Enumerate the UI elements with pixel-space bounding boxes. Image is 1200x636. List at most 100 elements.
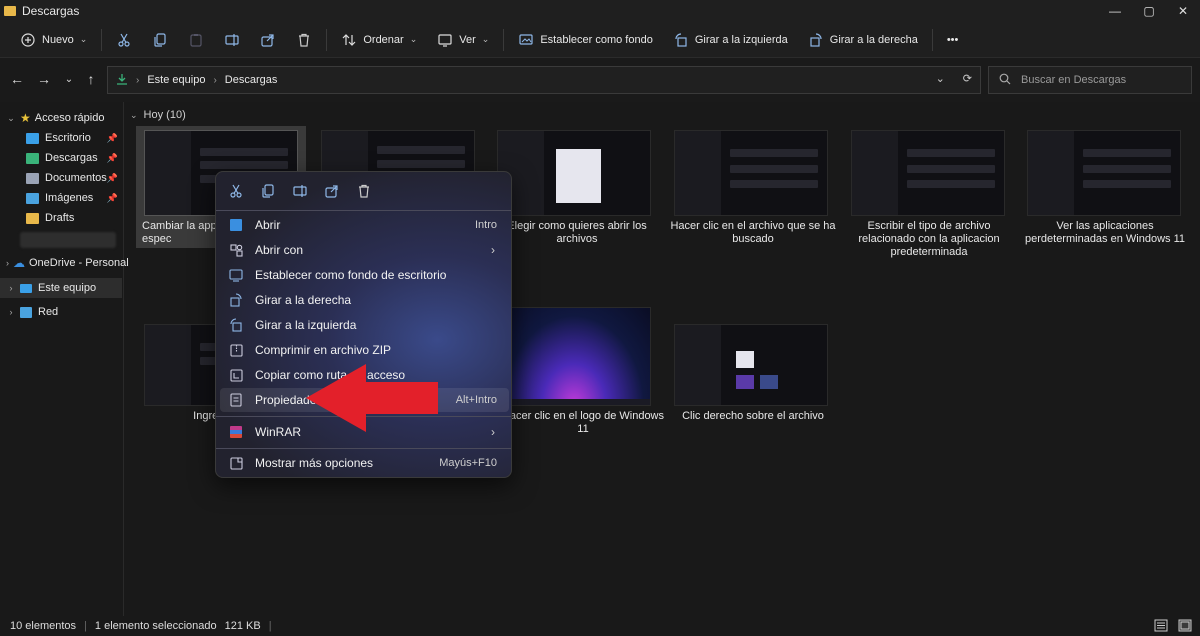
- sort-icon: [341, 32, 357, 48]
- sidebar-item-label: OneDrive - Personal: [29, 257, 129, 269]
- file-thumbnail[interactable]: [1027, 130, 1181, 216]
- rotate-right-button[interactable]: Girar a la derecha: [798, 26, 928, 54]
- address-history-chevron-icon[interactable]: ⌄: [936, 72, 945, 85]
- breadcrumb-separator-icon: ›: [136, 74, 140, 86]
- search-box[interactable]: Buscar en Descargas: [988, 66, 1192, 94]
- details-view-icon[interactable]: [1154, 619, 1168, 635]
- command-bar: Nuevo ⌄ Ordenar ⌄ Ver ⌄ Establecer como …: [0, 22, 1200, 58]
- file-thumbnail[interactable]: [851, 130, 1005, 216]
- toolbar-divider: [931, 28, 933, 51]
- sidebar-item-documentos[interactable]: Documentos 📌: [26, 168, 124, 188]
- pictures-icon: [26, 192, 39, 204]
- copy-icon[interactable]: [258, 181, 278, 201]
- status-separator: |: [84, 620, 87, 632]
- sidebar-item-drafts[interactable]: Drafts: [26, 208, 124, 228]
- menu-item-rotate-right[interactable]: Girar a la derecha: [220, 288, 509, 312]
- file-thumbnail[interactable]: [674, 130, 828, 216]
- toolbar-divider: [101, 28, 103, 51]
- share-icon[interactable]: [322, 181, 342, 201]
- thumbnail-row: [906, 149, 995, 158]
- sidebar-item-blurred[interactable]: [20, 230, 118, 250]
- rotate-right-icon: [229, 293, 243, 307]
- sort-button[interactable]: Ordenar ⌄: [331, 26, 427, 54]
- breadcrumb-downloads[interactable]: Descargas: [225, 74, 278, 86]
- copy-button[interactable]: [142, 26, 178, 54]
- breadcrumb-separator-icon: ›: [213, 74, 217, 86]
- more-options-button[interactable]: •••: [937, 26, 969, 54]
- pin-icon: 📌: [106, 192, 118, 203]
- chevron-down-icon: ⌄: [79, 34, 88, 44]
- toolbar-divider: [503, 28, 505, 51]
- more-icon: •••: [946, 33, 959, 46]
- share-button[interactable]: [250, 26, 286, 54]
- trash-icon[interactable]: [354, 181, 374, 201]
- delete-button[interactable]: [286, 26, 322, 54]
- maximize-button[interactable]: ▢: [1132, 0, 1166, 22]
- selection-size: 121 KB: [224, 620, 261, 632]
- more-options-icon: [229, 456, 243, 470]
- sidebar-item-quick-access[interactable]: ⌄ ★ Acceso rápido: [6, 108, 124, 128]
- rotate-left-button[interactable]: Girar a la izquierda: [663, 26, 798, 54]
- copy-icon: [152, 32, 168, 48]
- status-bar: 10 elementos | 1 elemento seleccionado 1…: [0, 616, 1200, 636]
- address-bar[interactable]: › Este equipo › Descargas ⌄ ⟳: [107, 66, 981, 94]
- sidebar-item-descargas[interactable]: Descargas 📌: [26, 148, 124, 168]
- pin-icon: 📌: [106, 152, 118, 163]
- menu-item-set-wallpaper[interactable]: Establecer como fondo de escritorio: [220, 263, 509, 287]
- group-header[interactable]: ⌄ Hoy (10): [130, 109, 186, 121]
- network-icon: [20, 306, 32, 318]
- paste-button[interactable]: [178, 26, 214, 54]
- menu-item-label: Establecer como fondo de escritorio: [255, 268, 447, 282]
- status-separator: |: [268, 620, 272, 632]
- menu-item-compress-zip[interactable]: Comprimir en archivo ZIP: [220, 338, 509, 362]
- set-background-button[interactable]: Establecer como fondo: [508, 26, 663, 54]
- up-arrow-icon[interactable]: ↑: [82, 70, 100, 88]
- folder-icon: [4, 6, 16, 16]
- menu-item-label: Comprimir en archivo ZIP: [255, 343, 392, 357]
- scissors-icon: [116, 32, 132, 48]
- view-button[interactable]: Ver ⌄: [427, 26, 499, 54]
- thumbnail-row: [199, 147, 288, 156]
- back-arrow-icon[interactable]: ←: [8, 70, 26, 88]
- file-thumbnail[interactable]: [674, 324, 828, 406]
- tiles-view-icon[interactable]: [1178, 619, 1192, 635]
- menu-item-label: Girar a la izquierda: [255, 318, 357, 332]
- menu-item-open-with[interactable]: Abrir con ›: [220, 238, 509, 262]
- chevron-down-icon: ⌄: [130, 109, 138, 120]
- file-thumbnail[interactable]: [497, 307, 651, 406]
- menu-item-show-more-options[interactable]: Mostrar más opciones Mayús+F10: [220, 451, 509, 475]
- rename-icon: [224, 32, 240, 48]
- minimize-button[interactable]: —: [1098, 0, 1132, 22]
- menu-item-label: WinRAR: [255, 425, 302, 439]
- sidebar-item-label: Descargas: [45, 152, 98, 164]
- sidebar-item-network[interactable]: › Red: [6, 302, 124, 322]
- file-caption: Hacer clic en el logo de Windows 11: [501, 410, 665, 435]
- rename-icon[interactable]: [290, 181, 310, 201]
- sidebar-item-label: Este equipo: [38, 282, 97, 294]
- sidebar-item-onedrive[interactable]: › ☁ OneDrive - Personal: [6, 253, 129, 273]
- title-bar: Descargas — ▢ ✕: [0, 0, 1200, 22]
- plus-icon: [20, 32, 36, 48]
- scissors-icon[interactable]: [226, 181, 246, 201]
- thumbnail-row: [1082, 149, 1171, 158]
- forward-arrow-icon[interactable]: →: [35, 70, 53, 88]
- new-button[interactable]: Nuevo ⌄: [10, 26, 97, 54]
- rename-button[interactable]: [214, 26, 250, 54]
- sidebar-item-escritorio[interactable]: Escritorio 📌: [26, 128, 124, 148]
- close-button[interactable]: ✕: [1166, 0, 1200, 22]
- cut-button[interactable]: [106, 26, 142, 54]
- download-icon: [116, 73, 128, 88]
- file-thumbnail[interactable]: [497, 130, 651, 216]
- recent-locations-chevron-icon[interactable]: ⌄: [60, 70, 78, 88]
- breadcrumb-this-pc[interactable]: Este equipo: [147, 74, 205, 86]
- menu-item-rotate-left[interactable]: Girar a la izquierda: [220, 313, 509, 337]
- refresh-icon[interactable]: ⟳: [963, 72, 972, 85]
- winrar-icon: [229, 425, 243, 439]
- navigation-bar: ← → ⌄ ↑ › Este equipo › Descargas ⌄ ⟳ Bu…: [0, 58, 1200, 102]
- sidebar-item-imagenes[interactable]: Imágenes 📌: [26, 188, 124, 208]
- sidebar-item-this-pc[interactable]: › Este equipo: [0, 278, 122, 298]
- menu-item-open[interactable]: Abrir Intro: [220, 213, 509, 237]
- thumbnail-file: [735, 374, 755, 389]
- blurred-placeholder: [20, 232, 116, 248]
- pin-icon: 📌: [106, 172, 118, 183]
